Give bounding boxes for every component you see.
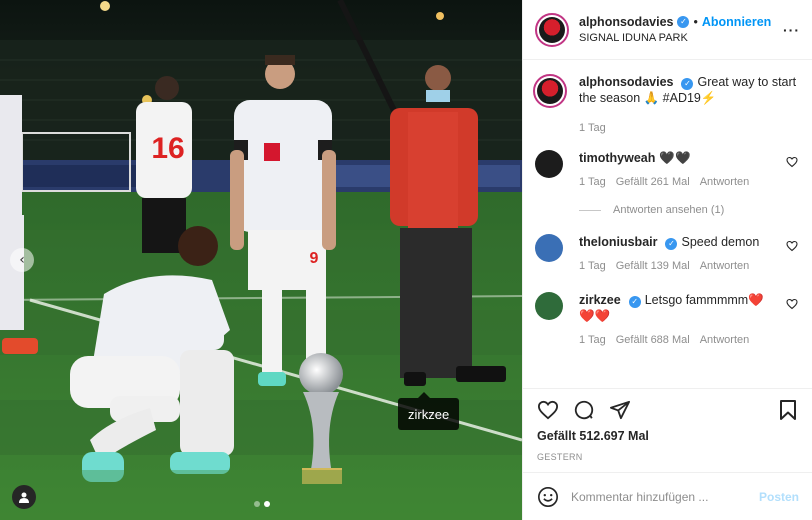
- add-comment-bar: Posten: [523, 472, 812, 520]
- reply-button[interactable]: Antworten: [700, 174, 750, 190]
- comment-time[interactable]: 1 Tag: [579, 258, 606, 274]
- likes-count[interactable]: Gefällt 512.697 Mal: [537, 429, 798, 443]
- commenter-username[interactable]: zirkzee: [579, 293, 621, 307]
- caption: alphonsodavies ✓ Great way to start the se…: [533, 74, 798, 136]
- more-icon: ···: [783, 21, 800, 38]
- comment-item: theloniusbair ✓ Speed demon 1 Tag Gefällt 13…: [535, 234, 798, 274]
- post-side-panel: alphonsodavies ✓ • Abonnieren SIGNAL IDU…: [522, 0, 812, 520]
- user-icon: [19, 492, 29, 503]
- commenter-avatar[interactable]: [535, 292, 563, 320]
- carousel-dot: [264, 501, 270, 507]
- comment-text: 🖤🖤: [659, 151, 691, 165]
- stadium-scene: 16 9: [0, 0, 522, 520]
- verified-badge-icon: ✓: [681, 78, 694, 90]
- commenter-username[interactable]: theloniusbair: [579, 235, 657, 249]
- user-tag-tooltip[interactable]: zirkzee: [398, 392, 460, 430]
- comment-icon[interactable]: [573, 399, 595, 421]
- save-bookmark-icon[interactable]: [778, 399, 798, 421]
- verified-badge-icon: ✓: [665, 238, 678, 250]
- commenter-avatar[interactable]: [535, 150, 563, 178]
- view-replies-button[interactable]: Antworten ansehen (1): [579, 204, 798, 216]
- comment-item: zirkzee ✓ Letsgo fammmmm❤️❤️❤️ 1 Tag Gefällt…: [535, 292, 798, 348]
- post-comment-button[interactable]: Posten: [759, 490, 799, 504]
- commenter-avatar[interactable]: [535, 234, 563, 262]
- caption-time[interactable]: 1 Tag: [579, 120, 606, 136]
- follow-button[interactable]: Abonnieren: [702, 15, 771, 29]
- carousel-dot: [254, 501, 260, 507]
- carousel-indicator: [254, 501, 270, 507]
- post-location[interactable]: SIGNAL IDUNA PARK: [579, 32, 783, 44]
- comments-list[interactable]: alphonsodavies ✓ Great way to start the se…: [523, 60, 812, 388]
- comment-time[interactable]: 1 Tag: [579, 174, 606, 190]
- comment-like-heart-icon[interactable]: [786, 240, 798, 252]
- reply-button[interactable]: Antworten: [700, 332, 750, 348]
- comment-time[interactable]: 1 Tag: [579, 332, 606, 348]
- view-replies-label: Antworten ansehen (1): [613, 204, 725, 216]
- caption-avatar[interactable]: [533, 74, 567, 108]
- chevron-left-icon: ‹: [19, 252, 25, 268]
- verified-badge-icon: ✓: [677, 16, 690, 28]
- header-separator: •: [693, 15, 698, 29]
- author-avatar[interactable]: [535, 12, 569, 47]
- share-icon[interactable]: [609, 400, 631, 420]
- carousel-prev-button[interactable]: ‹: [10, 248, 34, 272]
- jersey-number-9: 9: [310, 250, 319, 267]
- comment-input[interactable]: [571, 489, 759, 504]
- verified-badge-icon: ✓: [628, 296, 641, 308]
- post-header-text: alphonsodavies ✓ • Abonnieren SIGNAL IDU…: [579, 15, 783, 44]
- caption-username[interactable]: alphonsodavies: [579, 75, 673, 89]
- comment-like-heart-icon[interactable]: [786, 156, 798, 168]
- post-header: alphonsodavies ✓ • Abonnieren SIGNAL IDU…: [523, 0, 812, 60]
- comment-like-heart-icon[interactable]: [786, 298, 798, 310]
- post-viewer: 16 9 ‹ zirkzee alphonsodavies ✓ • Abonni…: [0, 0, 812, 520]
- like-heart-icon[interactable]: [537, 400, 559, 420]
- emoji-icon[interactable]: [537, 486, 559, 508]
- comment-likes[interactable]: Gefällt 261 Mal: [616, 174, 690, 190]
- comment-likes[interactable]: Gefällt 139 Mal: [616, 258, 690, 274]
- comment-item: timothyweah 🖤🖤 1 Tag Gefällt 261 Mal Antwort…: [535, 150, 798, 216]
- commenter-username[interactable]: timothyweah: [579, 151, 655, 165]
- comment-text: Speed demon: [681, 235, 760, 249]
- more-options-button[interactable]: ···: [783, 22, 800, 38]
- reply-button[interactable]: Antworten: [700, 258, 750, 274]
- post-date[interactable]: GESTERN: [537, 452, 798, 462]
- post-photo[interactable]: 16 9 ‹ zirkzee: [0, 0, 522, 520]
- jersey-number-16: 16: [151, 132, 184, 165]
- user-tags-button[interactable]: [12, 485, 36, 509]
- comment-likes[interactable]: Gefällt 688 Mal: [616, 332, 690, 348]
- author-username[interactable]: alphonsodavies: [579, 15, 673, 29]
